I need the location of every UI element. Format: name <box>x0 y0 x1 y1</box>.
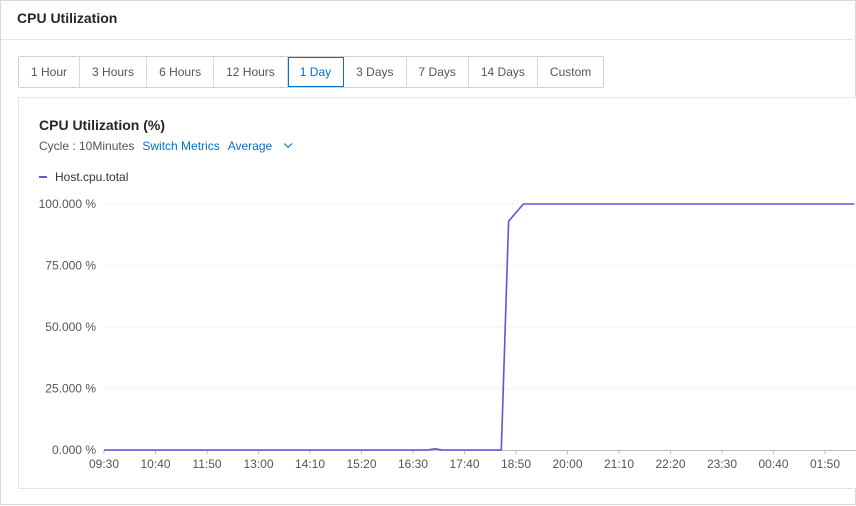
y-tick-label: 50.000 % <box>45 320 96 334</box>
x-tick-label: 20:00 <box>552 457 582 471</box>
x-tick-label: 11:50 <box>192 457 221 471</box>
y-tick-label: 0.000 % <box>52 443 96 457</box>
x-tick-label: 18:50 <box>501 457 531 471</box>
x-tick-label: 13:00 <box>243 457 273 471</box>
x-tick-label: 14:10 <box>295 457 325 471</box>
x-tick-label: 10:40 <box>140 457 170 471</box>
x-tick-label: 23:30 <box>707 457 737 471</box>
cpu-utilization-panel: CPU Utilization 1 Hour 3 Hours 6 Hours 12 H… <box>0 0 856 505</box>
range-tab-1-day[interactable]: 1 Day <box>287 57 345 87</box>
x-tick-label: 01:50 <box>810 457 840 471</box>
x-tick-label: 21:10 <box>604 457 634 471</box>
y-tick-label: 25.000 % <box>45 382 96 396</box>
x-tick-label: 17:40 <box>449 457 479 471</box>
y-tick-label: 100.000 % <box>39 197 97 211</box>
x-tick-label: 22:20 <box>655 457 685 471</box>
x-tick-label: 16:30 <box>398 457 428 471</box>
x-tick-label: 09:30 <box>89 457 119 471</box>
x-tick-label: 15:20 <box>346 457 376 471</box>
x-tick-label: 00:40 <box>758 457 788 471</box>
cpu-line-chart: 0.000 % 25.000 % 50.000 % 75.000 % 100.000 %… <box>39 197 856 471</box>
y-tick-label: 75.000 % <box>45 259 96 273</box>
